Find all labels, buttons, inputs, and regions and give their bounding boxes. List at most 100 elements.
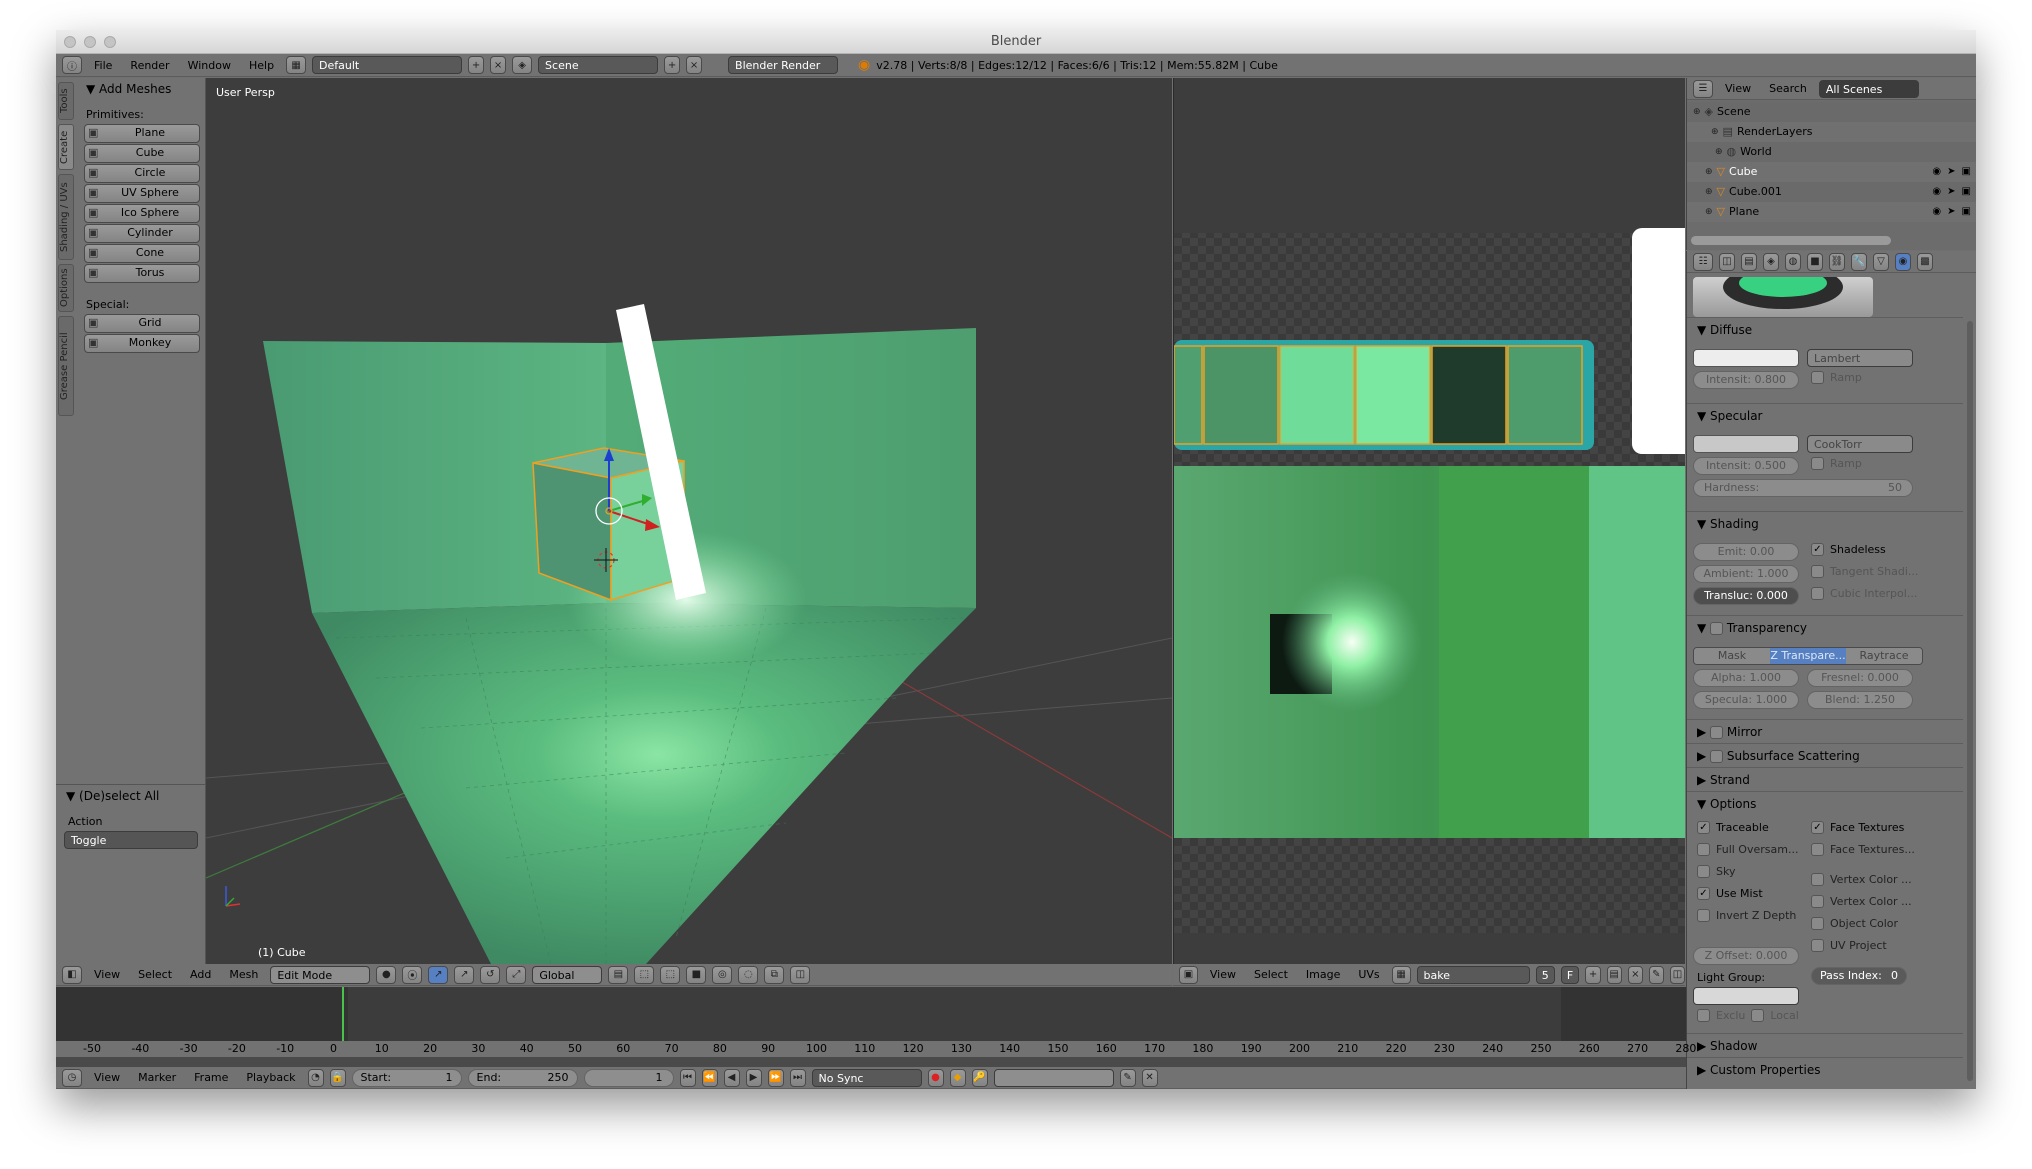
option-checkbox[interactable] xyxy=(1811,843,1824,856)
render-tab-icon[interactable]: ◫ xyxy=(1719,252,1735,271)
image-menu-uvs[interactable]: UVs xyxy=(1352,968,1385,981)
3d-menu-add[interactable]: Add xyxy=(184,968,217,981)
scene-field[interactable]: Scene xyxy=(538,56,659,74)
outliner-menu-view[interactable]: View xyxy=(1719,82,1757,95)
scene-icon[interactable]: ◈ xyxy=(512,56,533,74)
outliner-scrollbar[interactable] xyxy=(1691,236,1891,245)
3d-menu-select[interactable]: Select xyxy=(132,968,178,981)
image-browse-icon[interactable]: ▦ xyxy=(1391,965,1411,984)
play-icon[interactable]: ▶ xyxy=(745,1068,762,1087)
option-toggle[interactable]: Face Textures... xyxy=(1811,843,1915,856)
option-toggle[interactable]: Invert Z Depth xyxy=(1697,909,1796,922)
jump-start-icon[interactable]: ⏮ xyxy=(679,1068,696,1087)
edge-select-icon[interactable]: ⬚ xyxy=(660,965,681,984)
preview-range-icon[interactable]: ◔ xyxy=(307,1068,324,1087)
add-meshes-header[interactable]: ▼ Add Meshes xyxy=(86,82,171,96)
image-editor-type-icon[interactable]: ▣ xyxy=(1179,965,1198,984)
transparency-checkbox[interactable] xyxy=(1710,622,1724,635)
timeline-menu-marker[interactable]: Marker xyxy=(132,1071,182,1084)
option-toggle[interactable]: Sky xyxy=(1697,865,1735,878)
camera-icon[interactable]: ▣ xyxy=(1962,162,1971,182)
add-layout-icon[interactable]: + xyxy=(468,56,485,74)
pin-image-icon[interactable]: ✎ xyxy=(1648,965,1664,984)
option-toggle[interactable]: ✓ Use Mist xyxy=(1697,887,1763,900)
specular-color-swatch[interactable] xyxy=(1693,435,1799,453)
open-image-icon[interactable]: ▤ xyxy=(1606,965,1622,984)
add-mesh-button-cylinder[interactable]: ▣ Cylinder xyxy=(84,224,200,243)
option-toggle[interactable]: UV Project xyxy=(1811,939,1887,952)
action-dropdown[interactable]: Toggle xyxy=(64,831,198,849)
add-mesh-button-cone[interactable]: ▣ Cone xyxy=(84,244,200,263)
transparency-mode-raytrace[interactable]: Raytrace xyxy=(1846,648,1922,664)
sss-section-header[interactable]: ▶ Subsurface Scattering xyxy=(1687,743,1963,767)
remove-layout-icon[interactable]: × xyxy=(490,56,507,74)
timeline-type-icon[interactable]: ◷ xyxy=(62,1068,82,1087)
screen-layout-icon[interactable]: ▦ xyxy=(286,56,307,74)
record-icon[interactable]: ● xyxy=(927,1068,944,1087)
face-select-icon[interactable]: ■ xyxy=(686,965,707,984)
diffuse-section-header[interactable]: ▼ Diffuse xyxy=(1687,317,1963,341)
properties-scrollbar[interactable] xyxy=(1967,321,1973,1081)
z-offset-field[interactable]: Z Offset: 0.000 xyxy=(1693,947,1799,965)
option-checkbox[interactable]: ✓ xyxy=(1811,821,1824,834)
tab-grease-pencil[interactable]: Grease Pencil xyxy=(58,316,74,416)
option-checkbox[interactable] xyxy=(1811,873,1824,886)
mode-dropdown[interactable]: Edit Mode xyxy=(270,965,371,984)
add-mesh-button-uv-sphere[interactable]: ▣ UV Sphere xyxy=(84,184,200,203)
option-checkbox[interactable]: ✓ xyxy=(1697,821,1710,834)
add-special-button-grid[interactable]: ▣ Grid xyxy=(84,314,200,333)
screen-layout-field[interactable]: Default xyxy=(312,56,463,74)
option-toggle[interactable]: ✓ Face Textures xyxy=(1811,821,1904,834)
insert-keyframe-icon[interactable]: ✎ xyxy=(1119,1068,1136,1087)
expand-icon[interactable]: ⊕ xyxy=(1705,162,1713,182)
mirror-section-header[interactable]: ▶ Mirror xyxy=(1687,719,1963,743)
snap-icon[interactable]: ⧉ xyxy=(764,965,785,984)
expand-icon[interactable]: ⊕ xyxy=(1705,182,1713,202)
image-users-field[interactable]: 5 xyxy=(1535,965,1555,984)
fresnel-field[interactable]: Fresnel: 0.000 xyxy=(1807,669,1913,687)
diffuse-shader-dropdown[interactable]: Lambert xyxy=(1807,349,1913,367)
expand-icon[interactable]: ⊕ xyxy=(1693,102,1701,122)
option-checkbox[interactable] xyxy=(1811,917,1824,930)
manipulator-toggle-icon[interactable]: ↗ xyxy=(428,965,449,984)
specular-shader-dropdown[interactable]: CookTorr xyxy=(1807,435,1913,453)
minimize-window-button[interactable] xyxy=(84,36,96,48)
constraints-tab-icon[interactable]: ⛓ xyxy=(1829,252,1845,271)
image-fake-user-button[interactable]: F xyxy=(1560,965,1580,984)
cubic-interpolation-checkbox[interactable] xyxy=(1811,587,1824,600)
transparency-mode-ztransparency[interactable]: Z Transpare... xyxy=(1770,648,1846,664)
outliner-type-icon[interactable]: ☰ xyxy=(1693,79,1713,98)
tab-create[interactable]: Create xyxy=(58,124,74,170)
diffuse-ramp-toggle[interactable]: Ramp xyxy=(1811,371,1862,384)
render-engine-dropdown[interactable]: Blender Render xyxy=(728,56,839,74)
new-image-icon[interactable]: + xyxy=(1585,965,1601,984)
add-mesh-button-plane[interactable]: ▣ Plane xyxy=(84,124,200,143)
specular-ramp-checkbox[interactable] xyxy=(1811,457,1824,470)
option-toggle[interactable]: Object Color xyxy=(1811,917,1898,930)
tangent-shading-toggle[interactable]: Tangent Shadi... xyxy=(1811,565,1918,578)
scene-tab-icon[interactable]: ◈ xyxy=(1763,252,1779,271)
timeline-menu-view[interactable]: View xyxy=(88,1071,126,1084)
transparency-section-header[interactable]: ▼ Transparency xyxy=(1687,615,1963,639)
add-special-button-monkey[interactable]: ▣ Monkey xyxy=(84,334,200,353)
3d-editor-type-icon[interactable]: ◧ xyxy=(62,965,82,984)
expand-icon[interactable]: ⊕ xyxy=(1705,202,1713,222)
exclusive-checkbox[interactable] xyxy=(1697,1009,1710,1022)
option-checkbox[interactable]: ✓ xyxy=(1697,887,1710,900)
mirror-checkbox[interactable] xyxy=(1710,726,1724,739)
keyframe-insert-icon[interactable]: 🔑 xyxy=(971,1068,988,1087)
timeline-menu-playback[interactable]: Playback xyxy=(240,1071,301,1084)
ambient-field[interactable]: Ambient: 1.000 xyxy=(1693,565,1799,583)
add-mesh-button-cube[interactable]: ▣ Cube xyxy=(84,144,200,163)
image-menu-view[interactable]: View xyxy=(1204,968,1242,981)
end-frame-field[interactable]: End: 250 xyxy=(467,1068,578,1087)
option-checkbox[interactable] xyxy=(1697,843,1710,856)
delete-keyframe-icon[interactable]: ✕ xyxy=(1141,1068,1158,1087)
option-checkbox[interactable] xyxy=(1697,909,1710,922)
strand-section-header[interactable]: ▶ Strand xyxy=(1687,767,1963,791)
object-tab-icon[interactable]: ■ xyxy=(1807,252,1823,271)
exclusive-toggle[interactable]: Exclu Local xyxy=(1697,1009,1799,1022)
eye-icon[interactable]: ◉ xyxy=(1932,162,1941,182)
sync-mode-dropdown[interactable]: No Sync xyxy=(811,1068,922,1087)
3d-menu-view[interactable]: View xyxy=(88,968,126,981)
